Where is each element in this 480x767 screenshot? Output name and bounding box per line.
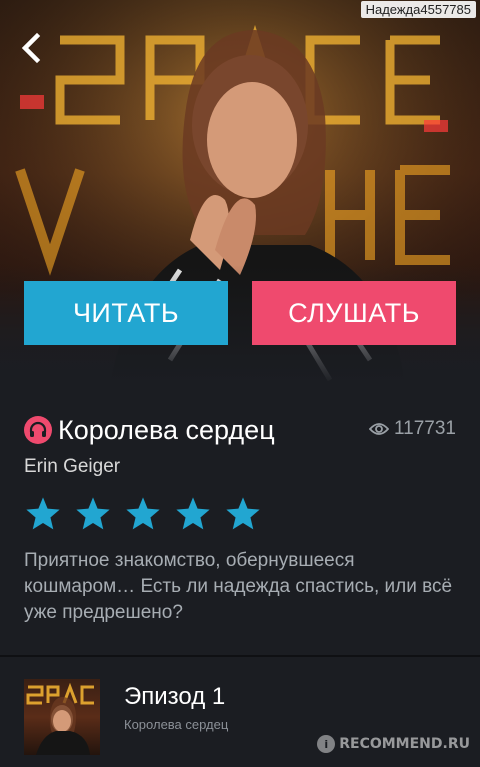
back-button[interactable] [14,30,50,66]
story-author: Erin Geiger [24,456,121,477]
star-icon [26,497,60,530]
star-icon [176,497,210,530]
episode-subtitle: Королева сердец [124,717,229,732]
star-icon [76,497,110,530]
listen-button[interactable]: СЛУШАТЬ [252,281,456,345]
star-icon [226,497,260,530]
user-watermark: Надежда4557785 [360,1,476,18]
headphones-icon [24,416,52,444]
episode-title: Эпизод 1 [124,683,226,710]
recommend-logo-icon: i [317,735,336,753]
episode-thumbnail [24,679,100,755]
story-title: Королева сердец [58,414,275,445]
site-watermark-text: RECOMMEND.RU [339,736,470,752]
star-icon [126,497,160,530]
story-description: Приятное знакомство, обернувшееся кошмар… [24,550,453,623]
site-watermark: i RECOMMEND.RU [317,735,470,753]
rating-stars [24,495,274,533]
views-count: 117731 [369,418,456,440]
views-value: 117731 [394,418,456,439]
read-button[interactable]: ЧИТАТЬ [24,281,228,345]
chevron-left-icon [21,32,41,64]
eye-icon [369,423,389,435]
